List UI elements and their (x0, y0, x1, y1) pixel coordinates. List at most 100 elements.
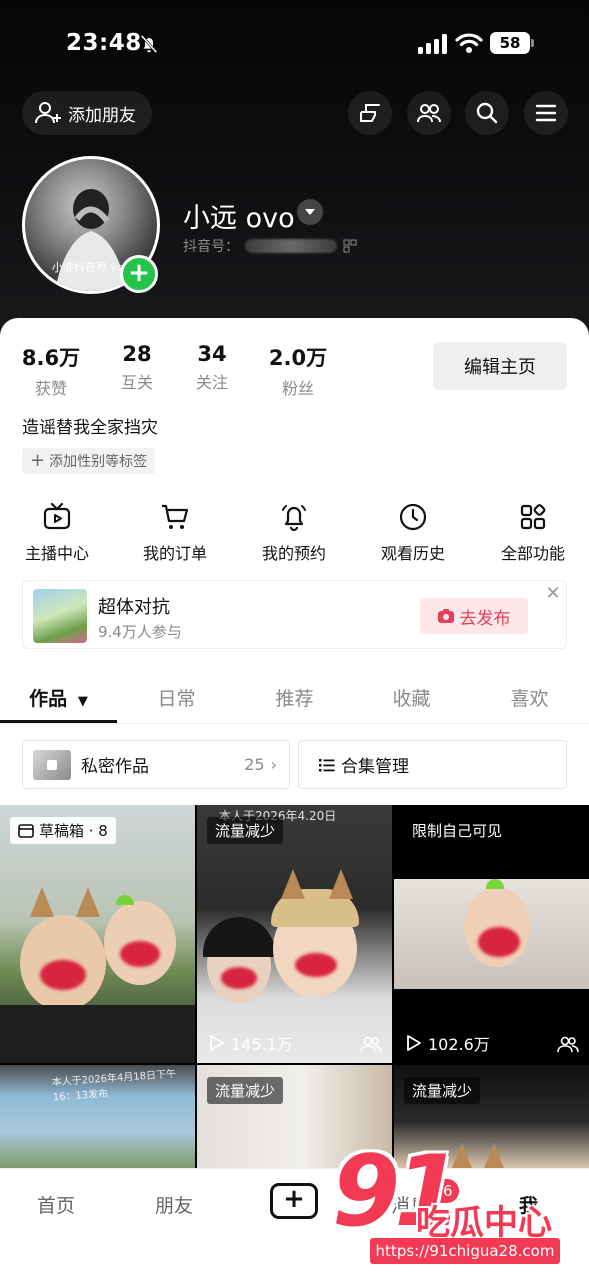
play-count: 145.1万 (207, 1031, 293, 1055)
mute-bell-icon (140, 34, 158, 54)
friends-visible-icon (557, 1036, 579, 1053)
stat-value: 34 (197, 342, 227, 366)
edit-profile-button[interactable]: 编辑主页 (433, 342, 567, 390)
account-switch-button[interactable] (297, 199, 323, 225)
video-tile[interactable]: 限制自己可见 102.6万 (394, 805, 589, 1063)
create-post-button[interactable]: + (270, 1183, 318, 1219)
tab-daily[interactable]: 日常 (118, 684, 235, 711)
add-friend-label: 添加朋友 (68, 105, 136, 126)
watermark-url: https://91chigua28.com (370, 1238, 560, 1264)
draft-box-text: 草稿箱 · 8 (39, 822, 108, 840)
stat-label: 获赞 (34, 379, 67, 398)
battery-level: 58 (490, 32, 530, 54)
play-icon (210, 1035, 224, 1051)
lips-sticker (295, 953, 337, 977)
video-tile[interactable]: 本人于2026年4月18日下午16：13发布 (0, 1065, 195, 1168)
wifi-icon (455, 33, 483, 53)
bio: 造谣替我全家挡灾 (22, 418, 158, 438)
close-icon[interactable]: ✕ (545, 585, 561, 603)
friends-button[interactable] (407, 91, 451, 135)
chevron-right-icon: › (270, 755, 277, 774)
draft-box-label: 草稿箱 · 8 (10, 817, 116, 844)
sprout-sticker (486, 879, 504, 889)
func-label: 我的预约 (261, 544, 326, 563)
self-visible-label: 限制自己可见 (404, 817, 511, 844)
stat-value: 2.0万 (268, 346, 328, 370)
search-button[interactable] (465, 91, 509, 135)
play-icon (407, 1035, 421, 1051)
collection-management-button[interactable]: 合集管理 (298, 740, 567, 789)
func-all-features[interactable]: 全部功能 (478, 502, 588, 564)
lips-sticker (40, 960, 86, 990)
ear-sticker (329, 869, 353, 899)
challenge-thumbnail (33, 589, 87, 643)
cart-icon (162, 504, 189, 529)
active-tab-indicator (0, 720, 117, 723)
draft-box-icon (18, 823, 34, 838)
draft-box-tile[interactable]: 草稿箱 · 8 (0, 805, 195, 1063)
func-label: 我的订单 (142, 544, 207, 563)
go-publish-button[interactable]: 去发布 (420, 598, 528, 634)
qr-code-icon[interactable] (343, 239, 357, 253)
private-works-label: 私密作品 (81, 757, 149, 777)
sprout-sticker (116, 895, 134, 905)
caret-down-icon: ▼ (77, 694, 88, 709)
add-tag-label: 添加性别等标签 (49, 454, 148, 470)
func-label: 主播中心 (24, 544, 89, 563)
func-my-reservations[interactable]: 我的预约 (239, 502, 349, 564)
hair (203, 917, 275, 957)
stat-label: 关注 (195, 373, 228, 392)
tab-recommended[interactable]: 推荐 (236, 684, 353, 711)
ear-sticker (482, 1143, 506, 1168)
lock-thumbnail-icon (33, 749, 71, 780)
collection-management-label: 合集管理 (341, 757, 409, 777)
clock-icon (399, 503, 427, 531)
stat-likes: 8.6万 获赞 (6, 342, 96, 399)
nav-home[interactable]: 首页 (37, 1191, 75, 1218)
func-watch-history[interactable]: 观看历史 (358, 502, 468, 564)
play-count-value: 102.6万 (428, 1035, 490, 1054)
stat-following[interactable]: 34 关注 (167, 342, 257, 393)
stat-label: 粉丝 (281, 379, 314, 398)
video-tile[interactable]: 本人于2026年4.20日 流量减少 145.1万 (197, 805, 392, 1063)
battery-tip (531, 39, 534, 47)
play-count-value: 145.1万 (231, 1035, 293, 1054)
douyin-id-value-blurred (245, 239, 337, 253)
pointing-hand-icon (360, 104, 380, 122)
add-tag-chip[interactable]: + 添加性别等标签 (22, 448, 156, 474)
challenge-banner[interactable]: 超体对抗 9.4万人参与 去发布 ✕ (22, 580, 567, 649)
tab-likes[interactable]: 喜欢 (471, 684, 588, 711)
menu-button[interactable] (524, 91, 568, 135)
nav-friends[interactable]: 朋友 (155, 1191, 193, 1218)
video-overlay-text: 本人于2026年4月18日下午16：13发布 (51, 1068, 177, 1104)
add-friend-button[interactable]: 添加朋友 (22, 91, 152, 135)
traffic-reduced-label: 流量减少 (207, 817, 284, 844)
caret-down-icon (305, 209, 315, 215)
traffic-reduced-label: 流量减少 (207, 1077, 284, 1104)
challenge-participants: 9.4万人参与 (98, 623, 182, 641)
ear-sticker (281, 869, 305, 899)
traffic-reduced-label: 流量减少 (404, 1077, 481, 1104)
challenge-title: 超体对抗 (98, 597, 170, 618)
add-person-icon (35, 102, 61, 124)
stat-followers[interactable]: 2.0万 粉丝 (253, 342, 343, 399)
battery-indicator: 58 (490, 32, 534, 54)
tab-favorites[interactable]: 收藏 (353, 684, 470, 711)
private-works-count: 25 (244, 755, 265, 774)
people-icon (417, 104, 441, 123)
avatar-add-button[interactable]: + (120, 255, 158, 293)
func-streamer-center[interactable]: 主播中心 (2, 502, 112, 564)
func-my-orders[interactable]: 我的订单 (120, 502, 230, 564)
stat-value: 8.6万 (21, 346, 81, 370)
tab-label: 作品 (29, 688, 68, 710)
lips-sticker (120, 941, 160, 967)
watermark-text: 吃瓜中心 (416, 1203, 552, 1243)
private-works-button[interactable]: 私密作品 25 › (22, 740, 290, 789)
search-icon (476, 102, 498, 124)
hamburger-menu-icon (535, 104, 557, 122)
tab-works[interactable]: 作品 ▼ (0, 684, 117, 711)
clothing (0, 1005, 195, 1063)
ear-sticker (30, 887, 54, 917)
gesture-button[interactable] (348, 91, 392, 135)
func-label: 全部功能 (500, 544, 565, 563)
